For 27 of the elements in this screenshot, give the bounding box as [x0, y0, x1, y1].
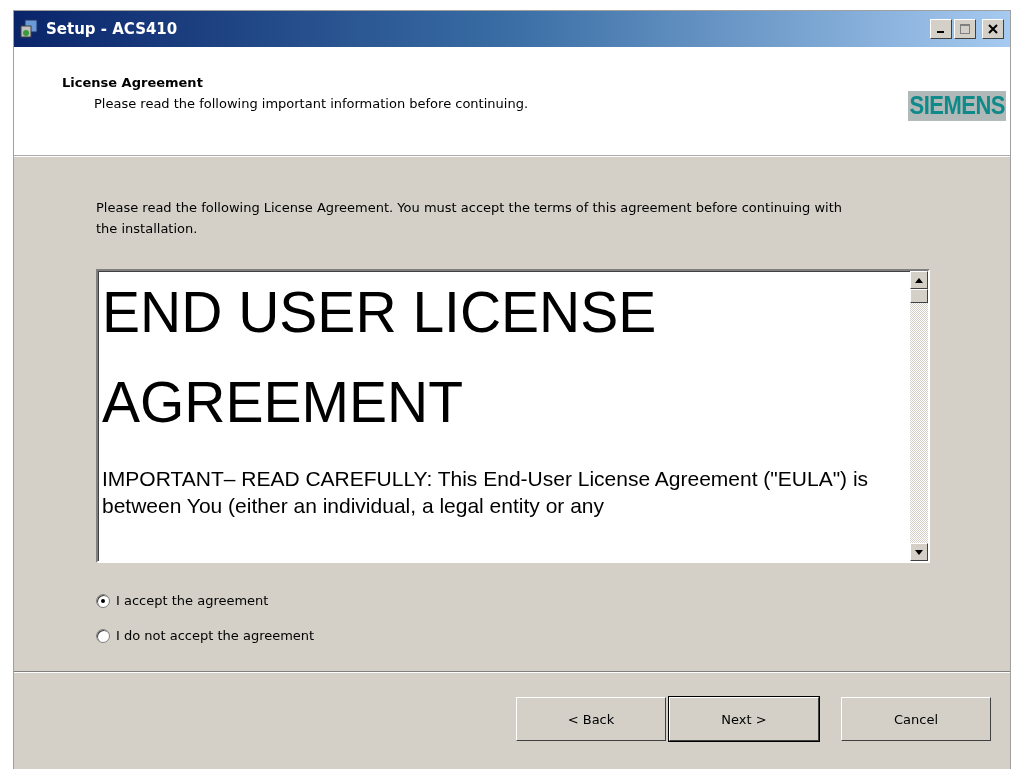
- page-subtitle: Please read the following important information before continuing.: [93, 96, 529, 111]
- license-paragraph: IMPORTANT– READ CAREFULLY: This End-User License Agreement ("EULA") is between You (either an individual, a legal entity or any: [102, 466, 870, 519]
- setup-icon: [20, 19, 40, 39]
- back-button[interactable]: < Back: [516, 697, 666, 741]
- next-button[interactable]: Next >: [669, 697, 819, 741]
- minimize-button[interactable]: [930, 19, 952, 39]
- instructions-text: Please read the following License Agreement. You must accept the terms of this agreement before continuing with the installation.: [96, 199, 844, 238]
- close-button[interactable]: [982, 19, 1004, 39]
- radio-button[interactable]: [96, 593, 110, 608]
- logo: SIEMENS: [908, 91, 1006, 121]
- close-icon: [988, 24, 998, 34]
- window-title: Setup - ACS410: [46, 20, 179, 38]
- radio-option[interactable]: I do not accept the agreement: [96, 628, 1010, 643]
- scroll-thumb[interactable]: [910, 289, 928, 303]
- page-title: License Agreement: [62, 75, 204, 90]
- scrollbar[interactable]: [910, 271, 928, 561]
- cancel-button[interactable]: Cancel: [841, 697, 991, 741]
- license-heading: END USER LICENSE AGREEMENT: [102, 279, 658, 436]
- scroll-down-button[interactable]: [910, 543, 928, 561]
- radio-option[interactable]: I accept the agreement: [96, 593, 1010, 608]
- maximize-button[interactable]: [954, 19, 976, 39]
- maximize-icon: [960, 24, 970, 34]
- down-arrow-icon: [915, 549, 923, 555]
- scroll-up-button[interactable]: [910, 271, 928, 289]
- radio-button[interactable]: [96, 628, 110, 643]
- up-arrow-icon: [915, 277, 923, 283]
- license-text-box[interactable]: END USER LICENSE AGREEMENT IMPORTANT– READ CAREFULLY: This End-User License Agreement ("EULA") is between You (either an individual, a legal entity or any: [96, 269, 930, 563]
